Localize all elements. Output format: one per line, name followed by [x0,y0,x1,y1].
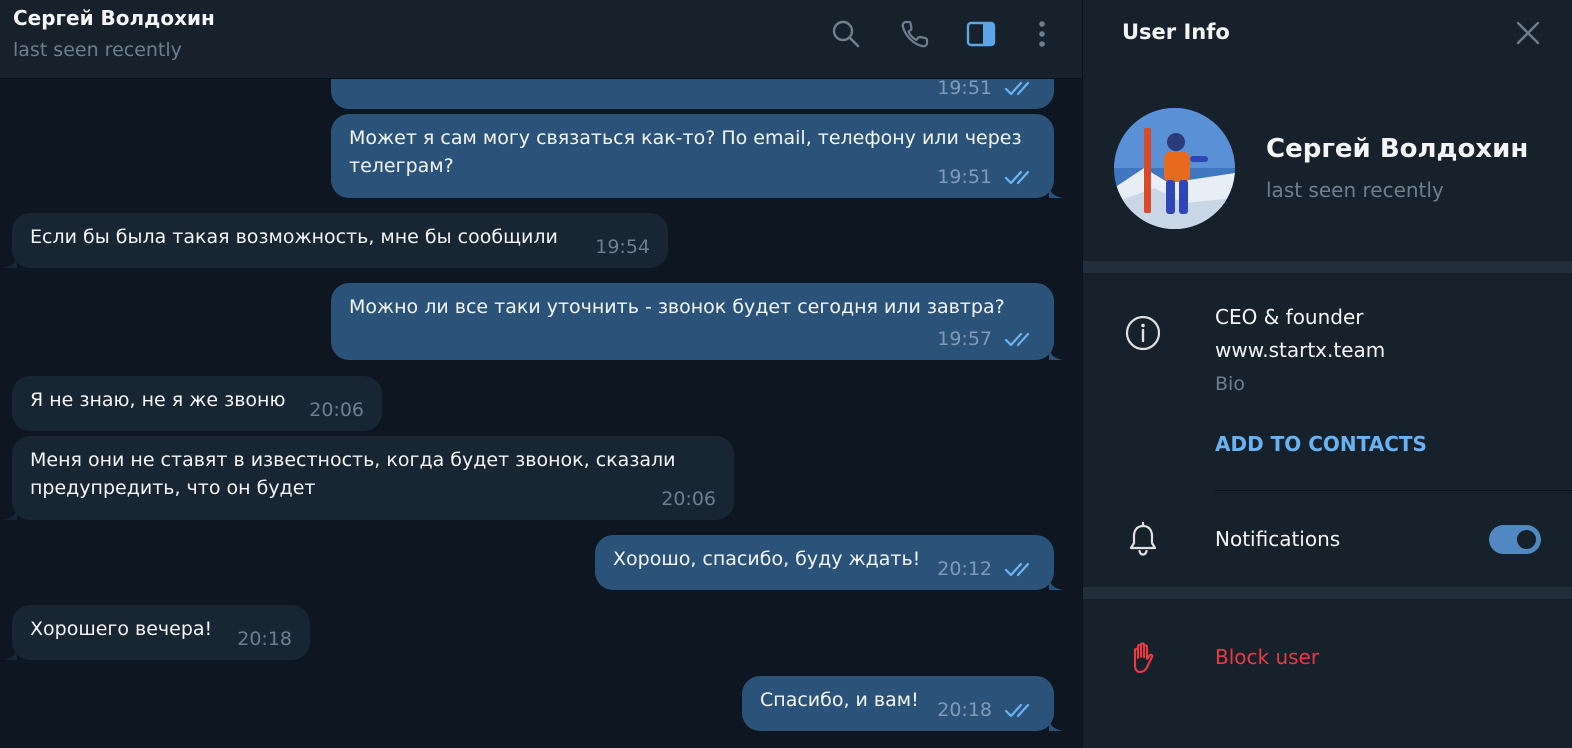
bio-link[interactable]: www.startx.team [1215,338,1385,362]
section-divider [1083,261,1572,273]
bubble-tail [3,504,17,520]
user-status: last seen recently [1266,178,1444,202]
avatar[interactable] [1114,108,1235,229]
message-text: Можно ли все таки уточнить - звонок буде… [349,296,1005,318]
peer-name[interactable]: Сергей Волдохин [13,6,215,30]
bubble-tail [1049,574,1063,590]
search-icon[interactable] [830,18,862,50]
message-time: 20:12 [937,558,992,580]
read-checkmarks-icon [1004,79,1036,97]
peer-status: last seen recently [13,39,182,61]
bio-text-line: CEO & founder [1215,305,1364,329]
bubble-tail [1049,715,1063,731]
add-to-contacts-button[interactable]: ADD TO CONTACTS [1215,432,1427,456]
chat-header[interactable]: Сергей Волдохин last seen recently [0,0,1082,79]
message-text: Может я сам могу связаться как-то? По em… [349,127,1022,177]
toggle-knob [1514,527,1539,552]
message-text: Меня они не ставят в известность, когда … [30,449,676,499]
more-icon[interactable] [1026,18,1058,50]
message-time: 19:51 [937,166,992,188]
section-divider [1083,587,1572,599]
message-outgoing[interactable]: Можно ли все таки уточнить - звонок буде… [331,283,1063,360]
message-outgoing[interactable]: Спасибо, и вам! 20:18 [742,676,1063,731]
sidebar-toggle-icon[interactable] [965,18,997,50]
user-name: Сергей Волдохин [1266,134,1529,164]
message-outgoing[interactable]: Хорошо, спасибо, буду ждать! 20:12 [595,535,1063,590]
message-incoming[interactable]: Хорошего вечера! 20:18 [3,605,310,660]
message-time: 19:57 [937,328,992,350]
message-outgoing[interactable]: Может я сам могу связаться как-то? По em… [331,114,1063,198]
notifications-toggle[interactable] [1489,525,1541,554]
message-time: 20:06 [309,399,364,421]
user-info-panel: User Info Сергей Волдохин last seen rece… [1082,0,1572,748]
chat-area: 19:51 Может я сам могу связаться как-то?… [0,0,1082,748]
message-list[interactable]: 19:51 Может я сам могу связаться как-то?… [0,0,1082,748]
bubble-tail [1049,344,1063,360]
message-incoming[interactable]: Я не знаю, не я же звоню 20:06 [12,376,382,431]
read-checkmarks-icon [1004,168,1036,186]
block-user-button[interactable]: Block user [1215,645,1319,669]
message-incoming[interactable]: Если бы была такая возможность, мне бы с… [3,213,668,268]
info-icon [1123,313,1163,353]
read-checkmarks-icon [1004,330,1036,348]
divider [1215,490,1572,491]
read-checkmarks-icon [1004,560,1036,578]
bubble-tail [3,644,17,660]
read-checkmarks-icon [1004,701,1036,719]
message-time: 20:18 [937,699,992,721]
message-time: 19:54 [595,236,650,258]
message-time: 20:06 [661,488,716,510]
message-text: Если бы была такая возможность, мне бы с… [30,226,558,248]
bubble-tail [3,252,17,268]
phone-icon[interactable] [899,18,931,50]
hand-block-icon [1123,638,1163,678]
bio-label: Bio [1215,373,1245,395]
bubble-tail [1049,182,1063,198]
bell-icon [1123,520,1163,560]
message-time: 20:18 [237,628,292,650]
close-icon[interactable] [1513,18,1543,48]
message-incoming[interactable]: Меня они не ставят в известность, когда … [3,436,734,520]
notifications-label: Notifications [1215,527,1341,551]
panel-title: User Info [1122,20,1230,44]
